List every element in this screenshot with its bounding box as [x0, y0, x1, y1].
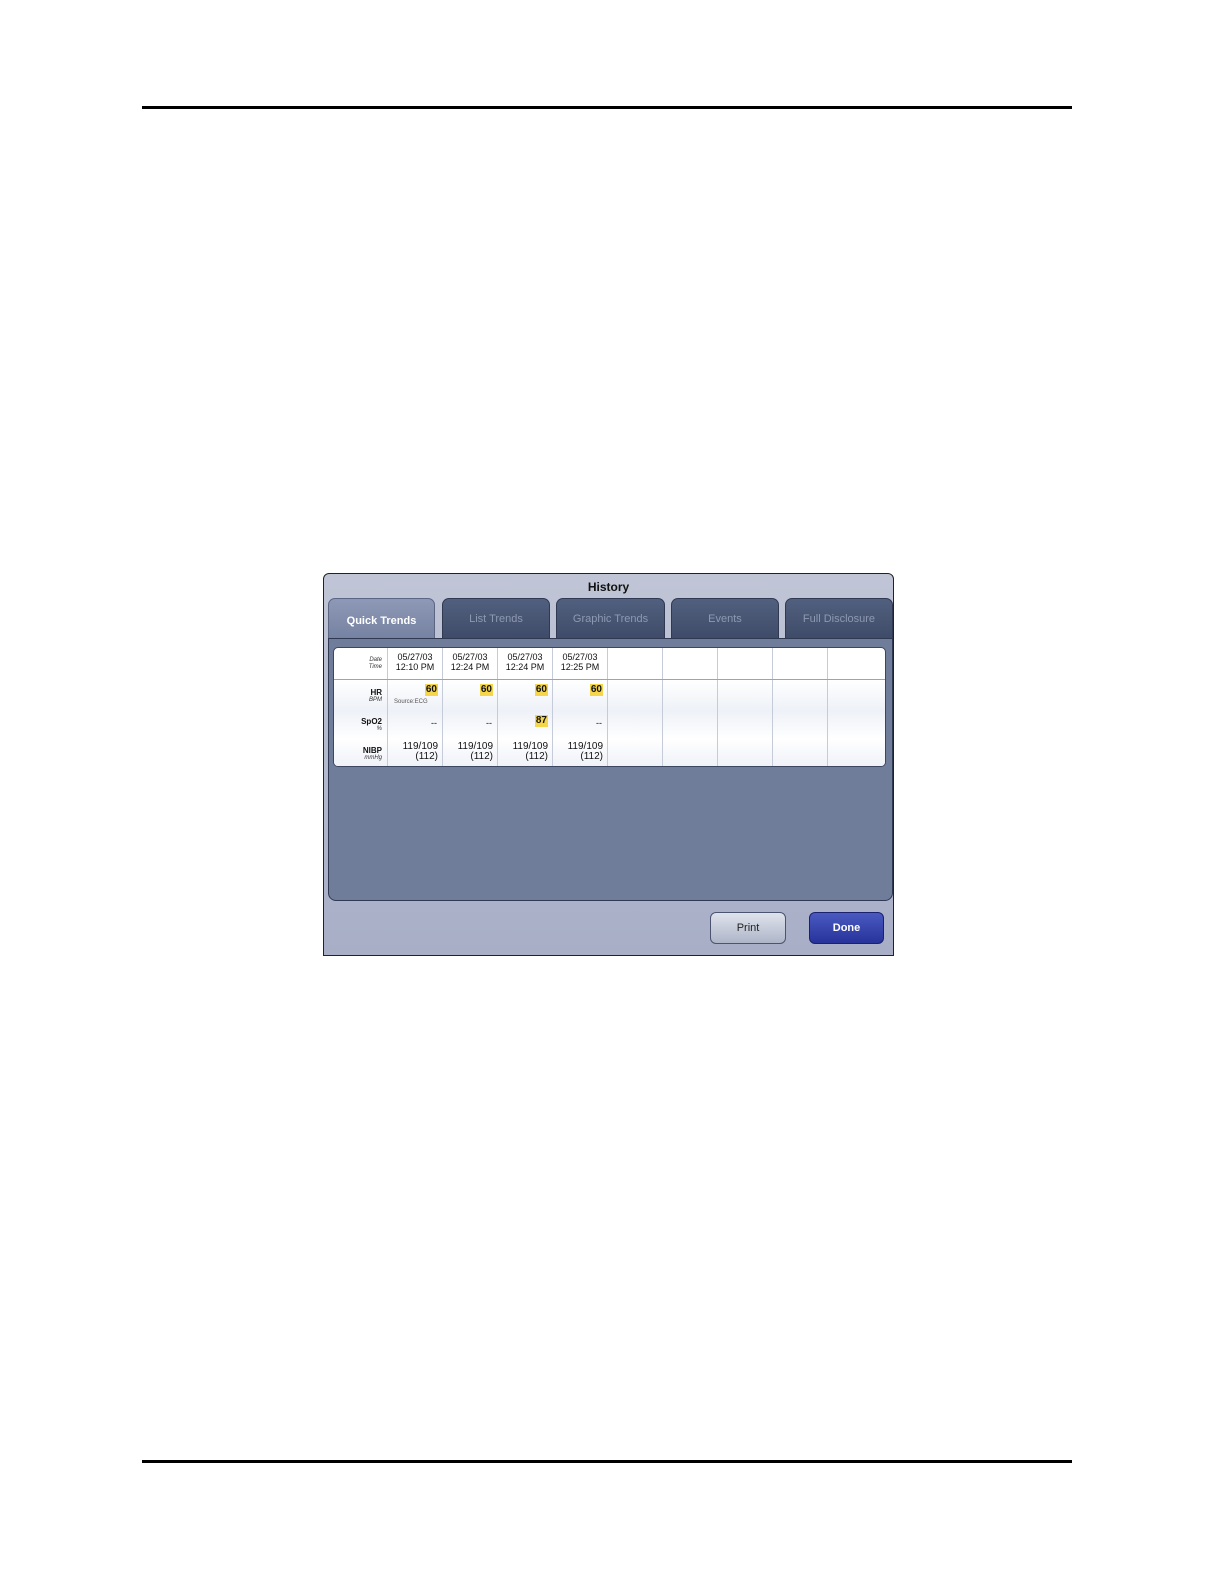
footer-rule — [142, 1460, 1072, 1463]
empty-cell — [718, 648, 773, 679]
table-cell: 05/27/03 12:24 PM — [498, 648, 553, 679]
empty-cell — [828, 739, 885, 766]
tab-bar: Quick Trends List Trends Graphic Trends … — [328, 598, 893, 642]
hr-value: 60 — [534, 684, 548, 696]
row-label-hr: HR BPM — [334, 680, 388, 711]
time-value: 12:24 PM — [505, 662, 545, 672]
empty-cell — [608, 648, 663, 679]
table-cell: 119/109 (112) — [553, 739, 608, 766]
table-row-spo2: SpO2 % -- -- 87 -- — [334, 711, 885, 739]
tab-graphic-trends[interactable]: Graphic Trends — [556, 598, 665, 638]
empty-cell — [828, 680, 885, 711]
time-value: 12:25 PM — [560, 662, 600, 672]
table-cell: 60 Source:ECG — [388, 680, 443, 711]
hr-value: 60 — [424, 684, 438, 696]
date-value: 05/27/03 — [397, 652, 433, 662]
nibp-mean: (112) — [580, 751, 603, 762]
empty-cell — [663, 711, 718, 739]
empty-cell — [608, 739, 663, 766]
table-cell: 119/109 (112) — [388, 739, 443, 766]
table-cell: 05/27/03 12:10 PM — [388, 648, 443, 679]
empty-cell — [663, 680, 718, 711]
tab-events[interactable]: Events — [671, 598, 779, 638]
empty-cell — [773, 711, 828, 739]
empty-cell — [773, 648, 828, 679]
table-row-date: Date Time 05/27/03 12:10 PM 05/27/03 12:24… — [334, 648, 885, 680]
row-label-date: Date Time — [334, 648, 388, 679]
nibp-mean: (112) — [470, 751, 493, 762]
table-cell: 60 — [553, 680, 608, 711]
tab-full-disclosure[interactable]: Full Disclosure — [785, 598, 893, 638]
table-cell: 119/109 (112) — [443, 739, 498, 766]
table-cell: -- — [388, 711, 443, 739]
empty-cell — [773, 739, 828, 766]
hr-value: 60 — [479, 684, 493, 696]
table-row-hr: HR BPM 60 Source:ECG 60 60 60 — [334, 680, 885, 711]
print-button[interactable]: Print — [710, 912, 786, 944]
spo2-value: 87 — [534, 715, 548, 727]
spo2-value: -- — [486, 718, 492, 728]
empty-cell — [828, 648, 885, 679]
empty-cell — [718, 739, 773, 766]
nibp-mean: (112) — [525, 751, 548, 762]
tab-quick-trends[interactable]: Quick Trends — [328, 598, 435, 642]
empty-cell — [663, 648, 718, 679]
window-title: History — [587, 580, 630, 594]
done-button[interactable]: Done — [809, 912, 884, 944]
date-value: 05/27/03 — [507, 652, 543, 662]
table-cell: 05/27/03 12:24 PM — [443, 648, 498, 679]
time-value: 12:24 PM — [450, 662, 490, 672]
table-cell: -- — [553, 711, 608, 739]
quick-trends-panel: Date Time 05/27/03 12:10 PM 05/27/03 12:24… — [328, 638, 893, 901]
nibp-mean: (112) — [415, 751, 438, 762]
tab-list-trends[interactable]: List Trends — [442, 598, 550, 638]
table-cell: 05/27/03 12:25 PM — [553, 648, 608, 679]
history-window: History Quick Trends List Trends Graphic… — [323, 573, 894, 956]
date-value: 05/27/03 — [562, 652, 598, 662]
table-cell: -- — [443, 711, 498, 739]
hr-value: 60 — [589, 684, 603, 696]
time-value: 12:10 PM — [395, 662, 435, 672]
table-row-nibp: NIBP mmHg 119/109 (112) 119/109 (112) 119/… — [334, 739, 885, 766]
empty-cell — [608, 680, 663, 711]
table-cell: 87 — [498, 711, 553, 739]
row-label-spo2: SpO2 % — [334, 711, 388, 739]
spo2-value: -- — [431, 718, 437, 728]
table-cell: 119/109 (112) — [498, 739, 553, 766]
spo2-value: -- — [596, 718, 602, 728]
empty-cell — [718, 711, 773, 739]
header-rule — [142, 106, 1072, 109]
empty-cell — [663, 739, 718, 766]
empty-cell — [608, 711, 663, 739]
trends-table: Date Time 05/27/03 12:10 PM 05/27/03 12:24… — [333, 647, 886, 767]
empty-cell — [718, 680, 773, 711]
row-label-nibp: NIBP mmHg — [334, 739, 388, 766]
empty-cell — [828, 711, 885, 739]
table-cell: 60 — [443, 680, 498, 711]
date-value: 05/27/03 — [452, 652, 488, 662]
table-cell: 60 — [498, 680, 553, 711]
empty-cell — [773, 680, 828, 711]
hr-source: Source:ECG — [394, 699, 428, 705]
